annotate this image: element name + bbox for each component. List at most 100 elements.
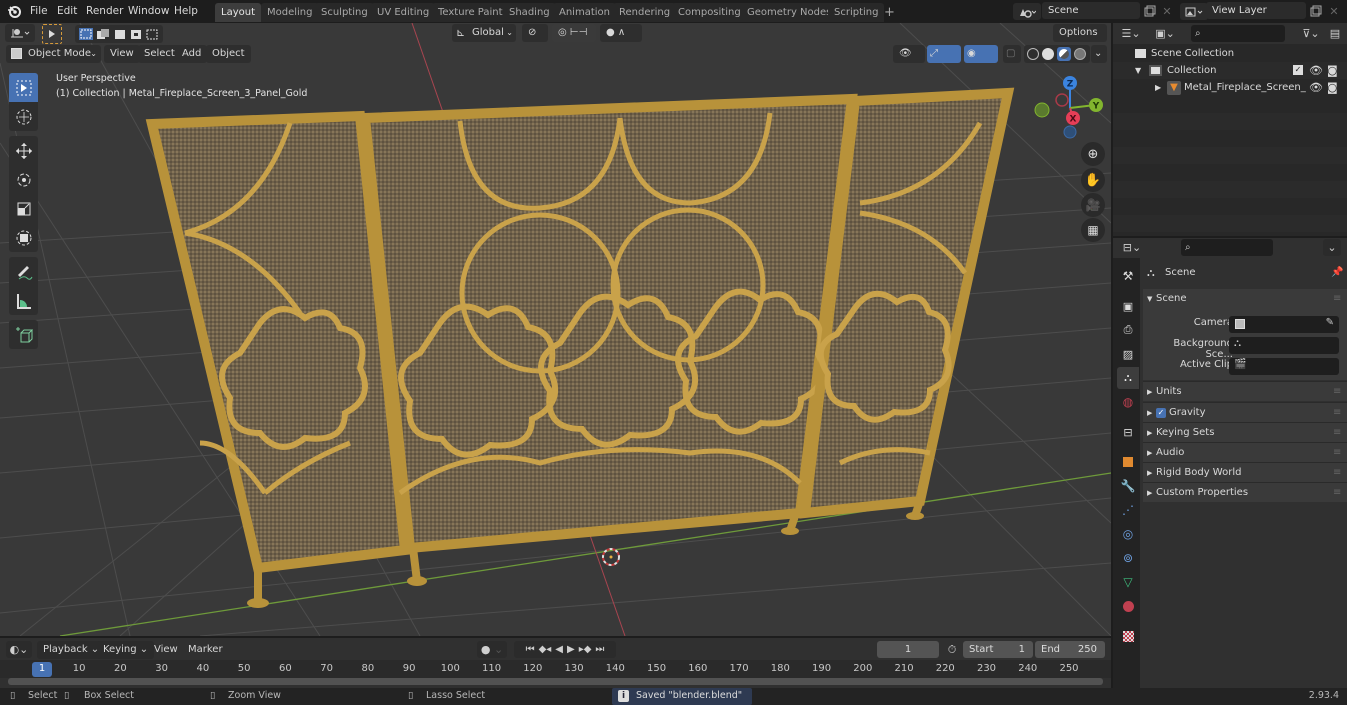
jump-start-icon[interactable]: ⏮	[526, 644, 535, 655]
report-message[interactable]: i Saved "blender.blend"	[612, 688, 752, 705]
play-icon[interactable]: ▶	[567, 644, 575, 655]
expand-arrow-icon[interactable]: ▼	[1135, 62, 1141, 79]
filter-icon[interactable]: ⊽⌄	[1299, 25, 1323, 42]
audio-panel[interactable]: ▶ Audio ≡	[1143, 442, 1347, 462]
tab-scene[interactable]: ⛬	[1117, 367, 1139, 389]
object-mode-dropdown[interactable]: Object Mode ⌄	[6, 45, 101, 63]
tab-sculpting[interactable]: Sculpting	[315, 3, 374, 22]
tab-modeling[interactable]: Modeling	[261, 3, 319, 22]
tab-layout[interactable]: Layout	[215, 3, 261, 22]
drag-handle-icon[interactable]: ≡	[1333, 483, 1341, 503]
start-frame-field[interactable]: Start 1	[963, 641, 1033, 658]
camera-field[interactable]: ✎	[1229, 316, 1339, 333]
navigation-gizmo[interactable]: Z Y X	[1030, 73, 1110, 143]
eyedropper-icon[interactable]: ✎	[1326, 317, 1334, 328]
pin-icon[interactable]: 📌	[1331, 263, 1343, 283]
view-layer-field[interactable]: View Layer	[1206, 2, 1306, 19]
render-camera-icon[interactable]: ◙	[1327, 79, 1338, 96]
material-shading-icon[interactable]	[1057, 47, 1071, 61]
blender-logo-icon[interactable]	[6, 3, 22, 19]
tab-scripting[interactable]: Scripting	[828, 3, 885, 22]
tab-modifiers[interactable]: 🔧	[1117, 475, 1139, 497]
delete-view-layer-icon[interactable]: ✕	[1326, 3, 1342, 19]
render-camera-icon[interactable]: ◙	[1327, 62, 1338, 79]
camera-view-button[interactable]: 🎥	[1081, 193, 1105, 217]
cursor-tool[interactable]	[9, 102, 38, 131]
timeline-editor-type-icon[interactable]: ◐⌄	[6, 641, 32, 658]
gravity-checkbox[interactable]: ✓	[1156, 408, 1166, 418]
tab-shading[interactable]: Shading	[503, 3, 556, 22]
drag-handle-icon[interactable]: ≡	[1333, 443, 1341, 463]
tab-geometry-nodes[interactable]: Geometry Nodes	[741, 3, 838, 22]
new-collection-icon[interactable]: ▤	[1327, 25, 1343, 42]
keying-menu[interactable]: Keying ⌄	[97, 641, 155, 659]
select-tool-icon[interactable]	[42, 24, 62, 44]
tab-texture[interactable]	[1117, 625, 1139, 647]
tab-animation[interactable]: Animation	[553, 3, 616, 22]
select-box-tool[interactable]	[9, 73, 38, 102]
end-frame-field[interactable]: End 250	[1035, 641, 1105, 658]
drag-handle-icon[interactable]: ≡	[1333, 423, 1341, 443]
properties-search-input[interactable]: ⌕	[1181, 239, 1273, 256]
tab-constraints[interactable]: ⊚	[1117, 547, 1139, 569]
background-scene-field[interactable]: ⛬	[1229, 337, 1339, 354]
tab-tool[interactable]: ⚒	[1117, 265, 1139, 287]
tab-rendering[interactable]: Rendering	[613, 3, 677, 22]
scene-panel-header[interactable]: ▼ Scene ≡	[1143, 289, 1347, 309]
tab-compositing[interactable]: Compositing	[672, 3, 747, 22]
zoom-view-button[interactable]: ⊕	[1081, 142, 1105, 166]
rigid-body-world-panel[interactable]: ▶ Rigid Body World ≡	[1143, 462, 1347, 482]
new-scene-icon[interactable]	[1142, 3, 1158, 19]
selection-mode-buttons[interactable]	[75, 25, 163, 43]
solid-shading-icon[interactable]	[1042, 48, 1054, 60]
tab-view-layer[interactable]: ▨	[1117, 343, 1139, 365]
shading-modes[interactable]	[1024, 45, 1090, 63]
tab-collection[interactable]: ⊟	[1117, 421, 1139, 443]
tab-material[interactable]	[1117, 595, 1139, 617]
outliner-row-collection[interactable]: ▼ Collection ✓ 👁 ◙	[1113, 62, 1347, 79]
active-clip-field[interactable]: 🎬	[1229, 358, 1339, 375]
transform-orientation-dropdown[interactable]: ⊾ Global ⌄	[452, 24, 516, 42]
menu-add[interactable]: Add	[176, 45, 208, 63]
tab-output[interactable]: ⎙	[1117, 319, 1139, 341]
menu-object[interactable]: Object	[206, 45, 251, 63]
use-preview-range-icon[interactable]: ⏱	[943, 641, 961, 658]
rotate-tool[interactable]	[9, 165, 38, 194]
scene-name-field[interactable]: Scene	[1042, 2, 1140, 19]
new-view-layer-icon[interactable]	[1308, 3, 1324, 19]
exclude-checkbox[interactable]: ✓	[1293, 65, 1303, 75]
outliner-row-scene-collection[interactable]: Scene Collection	[1113, 45, 1347, 62]
transform-tool[interactable]	[9, 223, 38, 252]
timeline-scrollbar[interactable]	[8, 678, 1103, 685]
menu-select[interactable]: Select	[138, 45, 181, 63]
proportional-edit-toggle[interactable]: ● ∧	[600, 24, 642, 42]
overlays-toggle[interactable]: ◉	[964, 45, 998, 63]
options-dropdown[interactable]: Options	[1053, 24, 1107, 42]
menu-edit[interactable]: Edit	[57, 3, 77, 19]
ortho-toggle-button[interactable]: ▦	[1081, 218, 1105, 242]
playback-menu[interactable]: Playback ⌄	[37, 641, 106, 659]
properties-options-dropdown[interactable]: ⌄	[1323, 239, 1341, 256]
auto-keying-toggle[interactable]: ● ⌄	[477, 641, 507, 658]
wireframe-shading-icon[interactable]	[1027, 48, 1039, 60]
units-panel[interactable]: ▶ Units ≡	[1143, 381, 1347, 401]
pan-view-button[interactable]: ✋	[1081, 168, 1105, 192]
menu-file[interactable]: File	[30, 3, 48, 19]
annotate-tool[interactable]	[9, 257, 38, 286]
next-keyframe-icon[interactable]: ▸◆	[579, 644, 592, 655]
outliner-editor-type-icon[interactable]: ☰⌄	[1119, 25, 1143, 42]
add-workspace-button[interactable]: +	[878, 3, 901, 22]
keying-sets-panel[interactable]: ▶ Keying Sets ≡	[1143, 422, 1347, 442]
scene-selector-icon[interactable]	[1013, 3, 1041, 20]
3d-viewport[interactable]: Object Mode ⌄ View Select Add Object ⊾ G…	[0, 23, 1111, 636]
drag-handle-icon[interactable]: ≡	[1333, 463, 1341, 483]
menu-view[interactable]: View	[104, 45, 140, 63]
tab-physics[interactable]: ◎	[1117, 523, 1139, 545]
menu-window[interactable]: Window	[128, 3, 169, 19]
editor-type-icon[interactable]	[5, 24, 35, 42]
gravity-panel[interactable]: ▶ ✓ Gravity ≡	[1143, 402, 1347, 422]
jump-end-icon[interactable]: ⏭	[595, 644, 604, 655]
add-cube-tool[interactable]	[9, 320, 38, 349]
prev-keyframe-icon[interactable]: ◆◂	[539, 644, 552, 655]
view-layer-icon[interactable]	[1180, 3, 1208, 20]
